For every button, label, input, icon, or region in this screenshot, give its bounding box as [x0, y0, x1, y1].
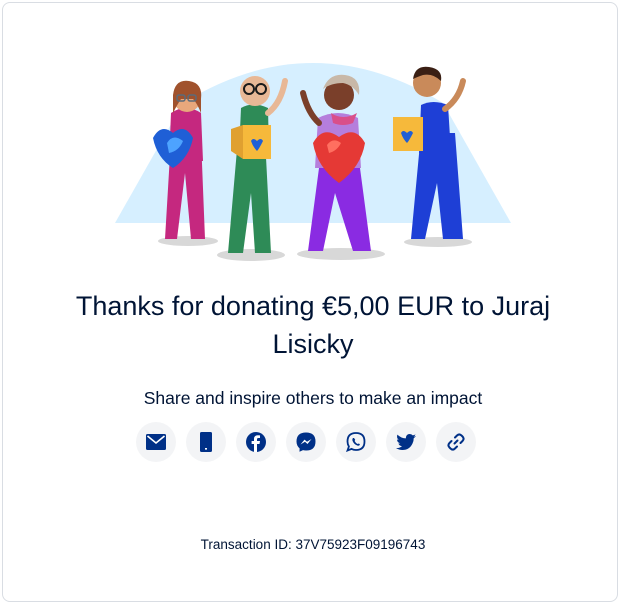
share-buttons	[136, 422, 486, 464]
link-icon	[447, 433, 465, 451]
share-sms-button[interactable]	[186, 422, 226, 462]
share-messenger-button[interactable]	[286, 422, 326, 462]
facebook-icon	[246, 432, 266, 452]
share-whatsapp-button[interactable]	[336, 422, 376, 462]
whatsapp-icon	[346, 432, 366, 452]
copy-link-button[interactable]	[436, 422, 476, 462]
share-twitter-button[interactable]	[386, 422, 426, 462]
envelope-icon	[146, 434, 166, 450]
transaction-id: Transaction ID: 37V75923F09196743	[200, 537, 426, 552]
share-email-button[interactable]	[136, 422, 176, 462]
messenger-icon	[296, 432, 316, 452]
mobile-phone-icon	[200, 432, 212, 452]
share-facebook-button[interactable]	[236, 422, 276, 462]
share-prompt: Share and inspire others to make an impa…	[143, 388, 483, 408]
donation-headline: Thanks for donating €5,00 EUR to Juraj L…	[75, 291, 551, 359]
donors-illustration	[115, 63, 511, 261]
donation-confirmation-card: Thanks for donating €5,00 EUR to Juraj L…	[2, 2, 618, 602]
twitter-icon	[396, 433, 416, 450]
